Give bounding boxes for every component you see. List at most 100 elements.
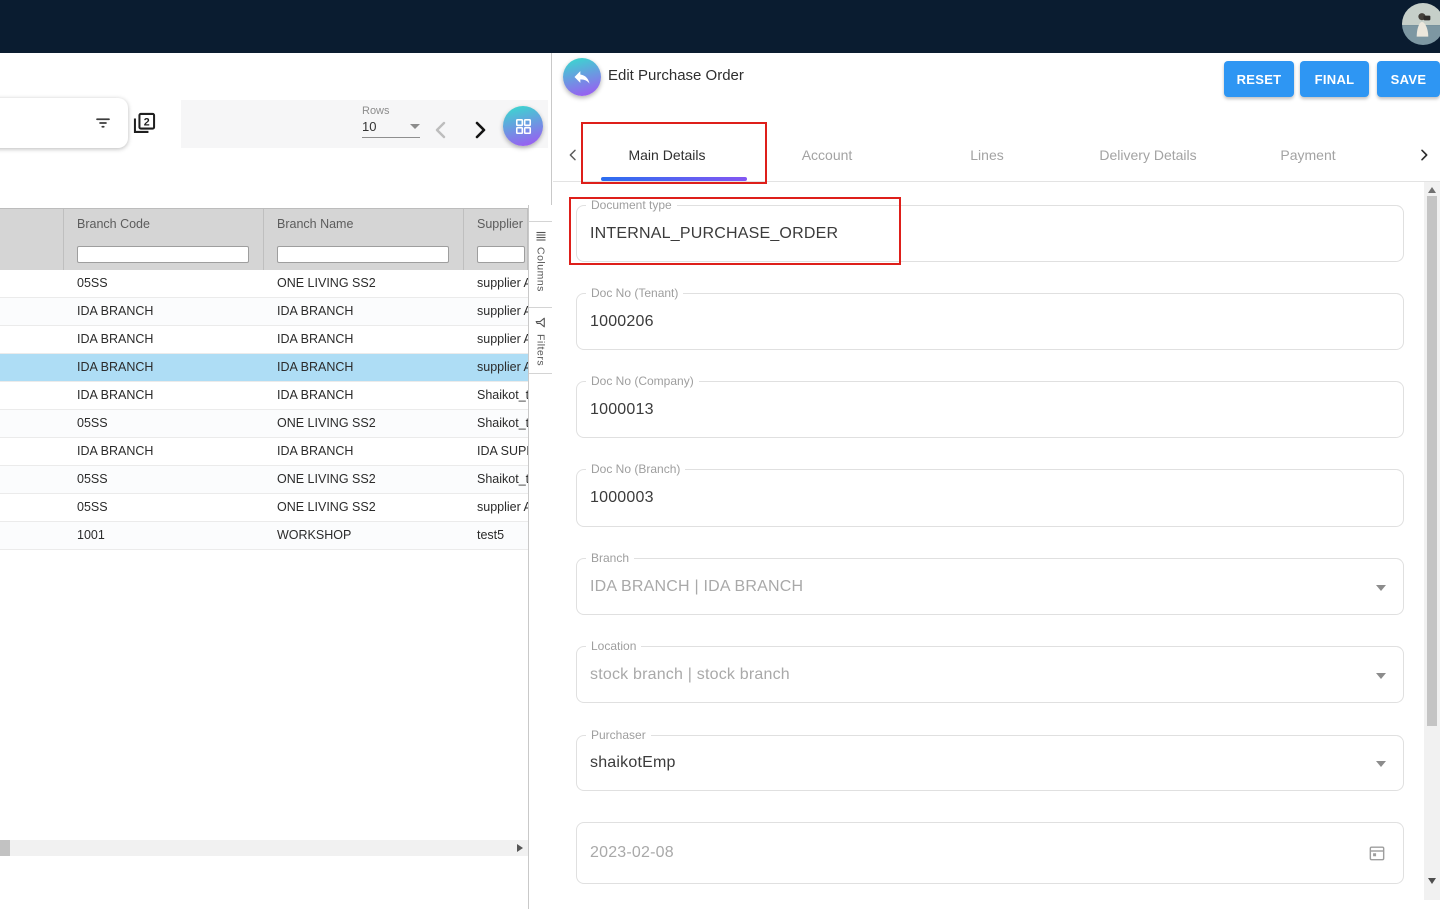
calendar-icon[interactable] [1367,843,1387,863]
column-header-branch-code[interactable]: Branch Code [64,209,264,238]
scroll-right-arrow-icon[interactable] [517,844,523,852]
form-vertical-scrollbar[interactable] [1424,182,1440,900]
cell-branch-code: IDA BRANCH [64,438,264,465]
cell-supplier: IDA SUPP [464,438,528,465]
chevron-down-icon [1376,673,1386,679]
column-header-supplier[interactable]: Supplier Name [464,209,528,238]
table-row[interactable]: IDA BRANCH IDA BRANCH supplier A [0,326,528,354]
cell-branch-name: IDA BRANCH [264,354,464,381]
table-row[interactable]: IDA BRANCH IDA BRANCH Shaikot_te [0,382,528,410]
table-row[interactable]: 05SS ONE LIVING SS2 Shaikot_te [0,466,528,494]
table-header-row: Branch Code Branch Name Supplier Name [0,208,528,238]
avatar-photo [1402,3,1440,45]
cell-supplier: supplier A [464,298,528,325]
cell-branch-code: 05SS [64,466,264,493]
tab-delivery-details[interactable]: Delivery Details [1068,128,1228,181]
table-side-strip: Columns Filters [528,205,552,909]
cell-supplier: Shaikot_te [464,466,528,493]
filter-input-supplier[interactable] [477,246,525,263]
table-body: 05SS ONE LIVING SS2 supplier A IDA BRANC… [0,270,528,550]
cell-empty [0,494,64,521]
user-avatar[interactable] [1402,3,1440,45]
cell-empty [0,270,64,297]
doc-no-tenant-field[interactable]: Doc No (Tenant) 1000206 [576,293,1404,350]
tab-account[interactable]: Account [747,128,907,181]
filters-side-tab[interactable]: Filters [529,308,552,374]
cell-branch-code: 1001 [64,522,264,549]
table-row[interactable]: 05SS ONE LIVING SS2 Shaikot_te [0,410,528,438]
chevron-down-icon [1376,761,1386,767]
cell-supplier: Shaikot_te [464,410,528,437]
back-button[interactable] [563,58,601,96]
rows-per-page-select[interactable]: 10 [362,119,420,138]
cell-supplier: supplier A [464,354,528,381]
cell-empty [0,326,64,353]
reset-button[interactable]: RESET [1224,61,1294,97]
edit-purchase-order-panel: Edit Purchase Order RESET FINAL SAVE Mai… [553,53,1440,900]
tab-lines[interactable]: Lines [907,128,1067,181]
cell-branch-name: IDA BRANCH [264,298,464,325]
table-row[interactable]: IDA BRANCH IDA BRANCH supplier A [0,354,528,382]
cell-branch-code: 05SS [64,270,264,297]
table-row[interactable]: 1001 WORKSHOP test5 [0,522,528,550]
field-value: IDA BRANCH | IDA BRANCH [590,578,803,596]
field-label: Doc No (Branch) [586,462,685,476]
cell-empty [0,354,64,381]
cell-branch-code: 05SS [64,410,264,437]
tab-payment[interactable]: Payment [1228,128,1388,181]
cell-branch-name: ONE LIVING SS2 [264,270,464,297]
cell-supplier: supplier A [464,270,528,297]
field-label: Doc No (Company) [586,374,699,388]
branches-table: Branch Code Branch Name Supplier Name 05… [0,208,528,550]
cell-branch-name: IDA BRANCH [264,438,464,465]
table-row[interactable]: 05SS ONE LIVING SS2 supplier A [0,270,528,298]
column-header-empty [0,209,64,238]
purchaser-dropdown[interactable]: Purchaser shaikotEmp [576,735,1404,791]
svg-text:2: 2 [144,116,150,128]
cell-supplier: Shaikot_te [464,382,528,409]
cell-branch-name: ONE LIVING SS2 [264,494,464,521]
final-button[interactable]: FINAL [1300,61,1369,97]
tab-main-details[interactable]: Main Details [587,128,747,181]
doc-no-branch-field[interactable]: Doc No (Branch) 1000003 [576,469,1404,527]
table-row[interactable]: 05SS ONE LIVING SS2 supplier A [0,494,528,522]
tabs-scroll-right-button[interactable] [1416,146,1432,164]
field-value: shaikotEmp [590,754,676,772]
field-value: 1000003 [590,489,654,507]
columns-side-tab[interactable]: Columns [529,222,552,308]
doc-no-company-field[interactable]: Doc No (Company) 1000013 [576,381,1404,438]
chevron-down-icon [1376,585,1386,591]
scrollbar-thumb[interactable] [0,840,10,856]
scroll-up-arrow-icon[interactable] [1428,187,1436,193]
scrollbar-thumb[interactable] [1427,196,1437,726]
field-value: 2023-02-08 [590,844,674,862]
column-header-branch-name[interactable]: Branch Name [264,209,464,238]
cell-branch-code: IDA BRANCH [64,298,264,325]
field-value: 1000206 [590,313,654,331]
document-type-field[interactable]: Document type INTERNAL_PURCHASE_ORDER [576,205,1404,262]
table-horizontal-scrollbar[interactable] [0,840,528,856]
filter-input-branch-name[interactable] [277,246,449,263]
grid-list-panel: 2 Rows 10 Branch Code Branch Name Suppli… [0,53,552,900]
cell-empty [0,438,64,465]
tabs-scroll-left-button[interactable] [565,146,581,164]
columns-side-tab-label: Columns [535,247,547,292]
rows-label: Rows [362,105,420,117]
cell-supplier: supplier A [464,326,528,353]
table-row[interactable]: IDA BRANCH IDA BRANCH IDA SUPP [0,438,528,466]
cell-branch-name: ONE LIVING SS2 [264,466,464,493]
next-page-button[interactable] [468,118,492,142]
filter-2-pages-icon[interactable]: 2 [131,110,158,137]
filter-input-branch-code[interactable] [77,246,249,263]
page-title: Edit Purchase Order [608,67,744,84]
cell-branch-code: IDA BRANCH [64,382,264,409]
table-row[interactable]: IDA BRANCH IDA BRANCH supplier A [0,298,528,326]
save-button[interactable]: SAVE [1377,61,1440,97]
filter-list-icon[interactable] [94,114,112,132]
top-navbar [0,0,1440,53]
order-date-field[interactable]: 2023-02-08 [576,822,1404,884]
grid-view-button[interactable] [503,106,543,146]
previous-page-button[interactable] [430,118,454,142]
scroll-down-arrow-icon[interactable] [1428,878,1436,884]
field-value: INTERNAL_PURCHASE_ORDER [590,225,838,243]
